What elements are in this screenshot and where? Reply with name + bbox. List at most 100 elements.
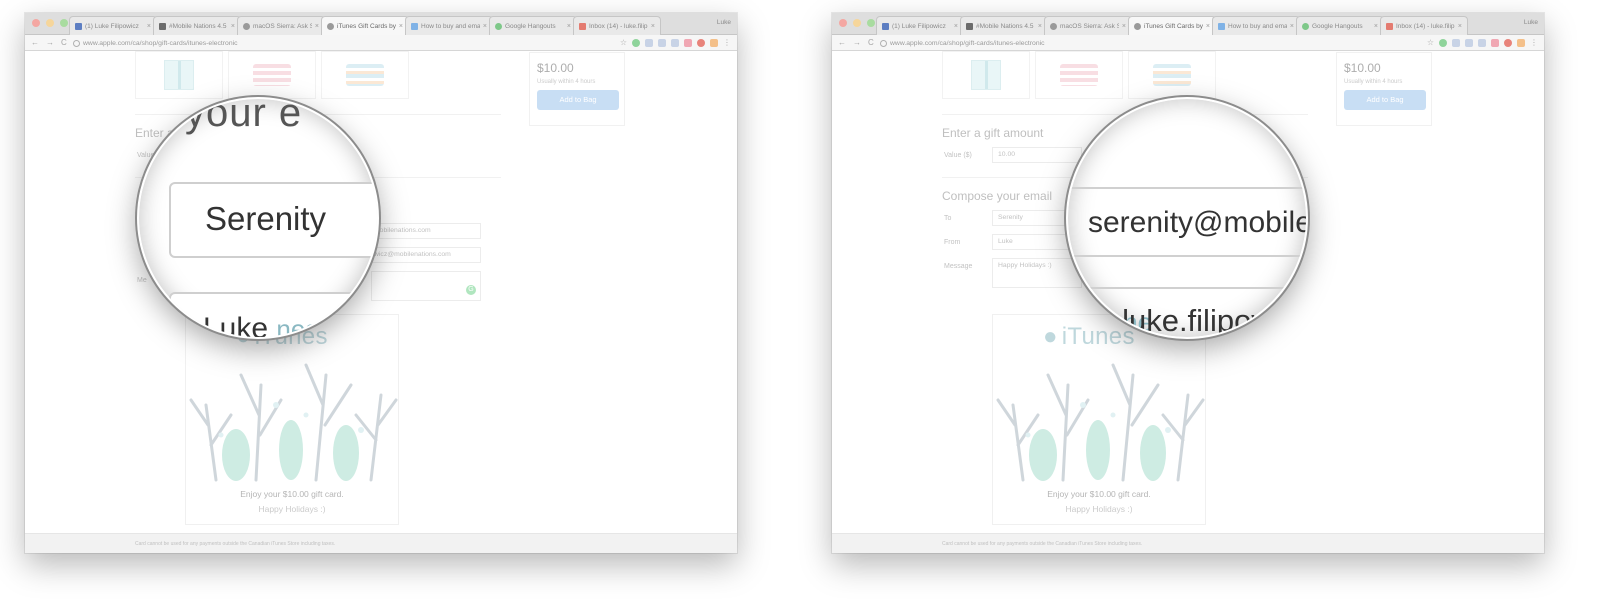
from-email-input[interactable]: wicz@mobilenations.com <box>371 247 481 263</box>
reload-icon[interactable]: C <box>868 38 874 48</box>
address-bar: ← → C www.apple.com/ca/shop/gift-cards/i… <box>25 35 737 51</box>
from-label: From <box>944 239 961 246</box>
url-field[interactable]: www.apple.com/ca/shop/gift-cards/itunes-… <box>880 37 1444 49</box>
value-input[interactable]: 10.00 <box>992 147 1082 163</box>
close-tab-icon[interactable]: × <box>231 23 235 30</box>
cake-icon <box>253 64 291 86</box>
save-ext-icon[interactable] <box>658 39 666 47</box>
adblock-ext-icon[interactable] <box>1504 39 1512 47</box>
card-message-text: Happy Holidays :) <box>258 504 326 514</box>
url-text: www.apple.com/ca/shop/gift-cards/itunes-… <box>890 39 1045 47</box>
tab-mobile-nations[interactable]: #Mobile Nations 4.5 × <box>153 16 241 35</box>
url-field[interactable]: www.apple.com/ca/shop/gift-cards/itunes-… <box>73 37 637 49</box>
tab-macos-sierra[interactable]: macOS Sierra: Ask Si × <box>1044 16 1132 35</box>
back-arrow-icon[interactable]: ← <box>31 38 39 48</box>
close-tab-icon[interactable]: × <box>315 23 319 30</box>
profile-name[interactable]: Luke <box>717 19 731 26</box>
close-tab-icon[interactable]: × <box>1374 23 1378 30</box>
close-tab-icon[interactable]: × <box>567 23 571 30</box>
close-tab-icon[interactable]: × <box>954 23 958 30</box>
close-tab-icon[interactable]: × <box>147 23 151 30</box>
design-thumb-cake[interactable] <box>228 51 316 99</box>
design-thumb-gift[interactable] <box>135 51 223 99</box>
tab-macos-sierra[interactable]: macOS Sierra: Ask Si × <box>237 16 325 35</box>
grammarly-ext-icon[interactable] <box>1439 39 1447 47</box>
tab-strip: (1) Luke Filipowicz × #Mobile Nations 4.5… <box>876 16 1524 35</box>
trello-icon <box>159 22 166 30</box>
grammarly-icon[interactable]: G <box>466 285 476 295</box>
close-tab-icon[interactable]: × <box>1038 23 1042 30</box>
extensions-bar: ☆ ⋮ <box>620 39 731 47</box>
minimize-window-button[interactable] <box>46 19 54 27</box>
close-tab-icon[interactable]: × <box>1206 23 1210 30</box>
forward-arrow-icon[interactable]: → <box>46 38 54 48</box>
design-thumb-cake-blue[interactable] <box>321 51 409 99</box>
page-content: $10.00 Usually within 4 hours Add to Bag… <box>25 51 737 553</box>
close-tab-icon[interactable]: × <box>399 23 403 30</box>
tab-itunes-gift-cards[interactable]: iTunes Gift Cards by × <box>1128 16 1216 35</box>
tab-inbox[interactable]: Inbox (14) - luke.filip × <box>573 16 661 35</box>
magnified-to-email-input: serenity@mobile <box>1088 206 1308 239</box>
gift-box-icon <box>164 60 194 90</box>
rss-ext-icon[interactable] <box>1517 39 1525 47</box>
menu-icon[interactable]: ⋮ <box>723 39 731 47</box>
pocket-ext-icon[interactable] <box>1491 39 1499 47</box>
profile-name[interactable]: Luke <box>1524 19 1538 26</box>
winter-trees-illustration <box>189 363 398 482</box>
message-input[interactable] <box>371 271 481 301</box>
back-arrow-icon[interactable]: ← <box>838 38 846 48</box>
rss-ext-icon[interactable] <box>710 39 718 47</box>
tab-facebook[interactable]: (1) Luke Filipowicz × <box>876 16 964 35</box>
zoom-window-button[interactable] <box>60 19 68 27</box>
reload-icon[interactable]: C <box>61 38 67 48</box>
message-input[interactable]: Happy Holidays :) <box>992 258 1082 288</box>
magnified-from-name-input: Luke nes <box>169 292 377 337</box>
save-ext-icon[interactable] <box>1465 39 1473 47</box>
docs-ext-icon[interactable] <box>645 39 653 47</box>
tab-facebook[interactable]: (1) Luke Filipowicz × <box>69 16 157 35</box>
tab-how-to-buy[interactable]: How to buy and emai × <box>405 16 493 35</box>
close-window-button[interactable] <box>32 19 40 27</box>
design-thumb-gift[interactable] <box>942 51 1030 99</box>
tab-how-to-buy[interactable]: How to buy and emai × <box>1212 16 1300 35</box>
tab-inbox[interactable]: Inbox (14) - luke.filip × <box>1380 16 1468 35</box>
bookmark-ext-icon[interactable] <box>671 39 679 47</box>
info-icon[interactable] <box>880 39 887 47</box>
gift-card-preview: ●iTunes <box>185 314 399 525</box>
bookmark-star-icon[interactable]: ☆ <box>1427 39 1434 47</box>
tab-itunes-gift-cards[interactable]: iTunes Gift Cards by × <box>321 16 409 35</box>
to-label: To <box>944 215 952 222</box>
design-thumb-cake[interactable] <box>1035 51 1123 99</box>
card-enjoy-text: Enjoy your $10.00 gift card. <box>1047 489 1151 499</box>
pocket-ext-icon[interactable] <box>684 39 692 47</box>
gift-card-preview: ●iTunes <box>992 314 1206 525</box>
minimize-window-button[interactable] <box>853 19 861 27</box>
adblock-ext-icon[interactable] <box>697 39 705 47</box>
close-tab-icon[interactable]: × <box>1458 23 1462 30</box>
add-to-bag-button[interactable]: Add to Bag <box>1344 90 1426 110</box>
zoom-window-button[interactable] <box>867 19 875 27</box>
tab-google-hangouts[interactable]: Google Hangouts × <box>489 16 577 35</box>
tab-mobile-nations[interactable]: #Mobile Nations 4.5 × <box>960 16 1048 35</box>
close-window-button[interactable] <box>839 19 847 27</box>
bookmark-star-icon[interactable]: ☆ <box>620 39 627 47</box>
close-tab-icon[interactable]: × <box>483 23 487 30</box>
tab-bar: (1) Luke Filipowicz × #Mobile Nations 4.5… <box>832 13 1544 35</box>
close-tab-icon[interactable]: × <box>651 23 655 30</box>
forward-arrow-icon[interactable]: → <box>853 38 861 48</box>
menu-icon[interactable]: ⋮ <box>1530 39 1538 47</box>
design-thumb-cake-blue[interactable] <box>1128 51 1216 99</box>
add-to-bag-button[interactable]: Add to Bag <box>537 90 619 110</box>
price-box: $10.00 Usually within 4 hours Add to Bag <box>529 52 625 126</box>
browser-window-left: (1) Luke Filipowicz × #Mobile Nations 4.5… <box>25 13 737 553</box>
close-tab-icon[interactable]: × <box>1122 23 1126 30</box>
close-tab-icon[interactable]: × <box>1290 23 1294 30</box>
grammarly-ext-icon[interactable] <box>632 39 640 47</box>
tab-google-hangouts[interactable]: Google Hangouts × <box>1296 16 1384 35</box>
docs-ext-icon[interactable] <box>1452 39 1460 47</box>
price-box: $10.00 Usually within 4 hours Add to Bag <box>1336 52 1432 126</box>
to-email-input[interactable]: mobilenations.com <box>371 223 481 239</box>
bookmark-ext-icon[interactable] <box>1478 39 1486 47</box>
shipping-info: Usually within 4 hours <box>537 79 596 85</box>
info-icon[interactable] <box>73 39 80 47</box>
